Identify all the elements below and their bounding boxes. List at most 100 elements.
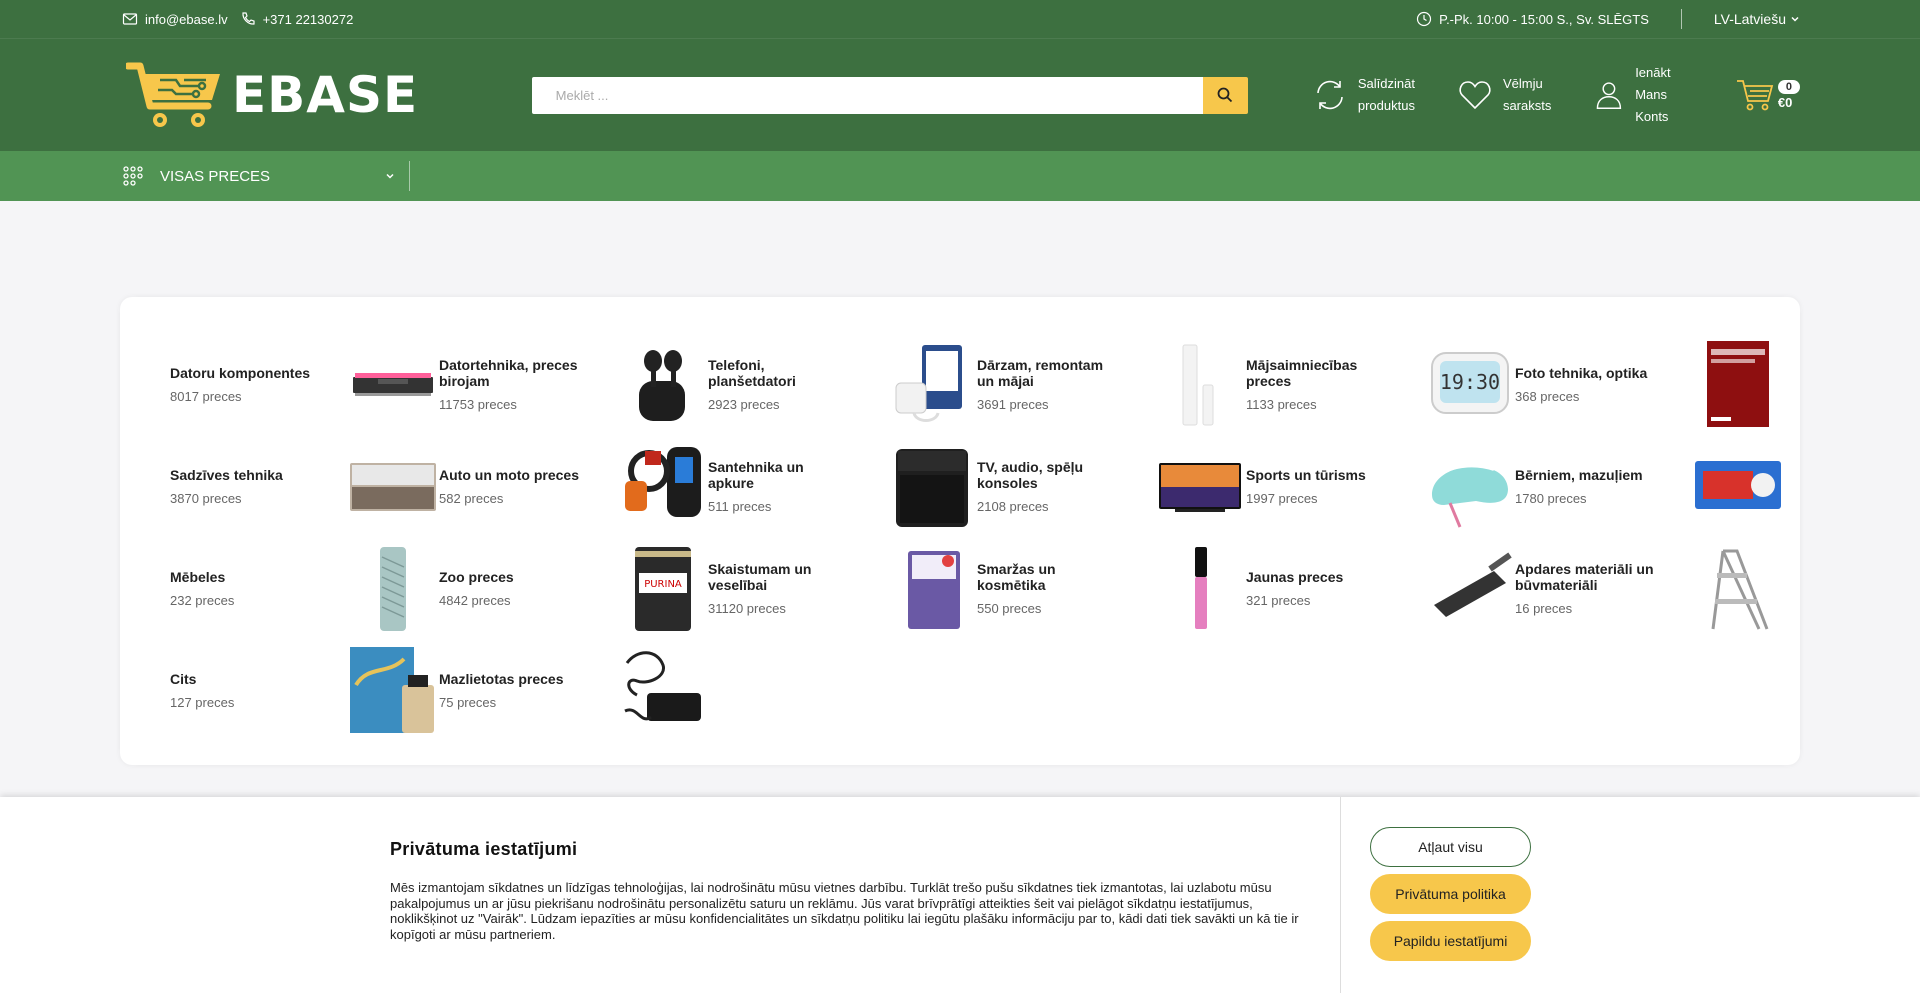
- cookie-buttons: Atļaut visu Privātuma politika Papildu i…: [1341, 797, 1531, 993]
- contact-info: info@ebase.lv +371 22130272: [122, 11, 353, 27]
- search-button[interactable]: [1202, 76, 1248, 114]
- category-item-18[interactable]: Apdares materiāli un būvmateriāli 16 pre…: [1515, 537, 1784, 639]
- category-item-6[interactable]: Foto tehnika, optika 368 preces: [1515, 333, 1784, 435]
- category-count: 3870 preces: [170, 490, 242, 506]
- cart-count-badge: 0: [1777, 80, 1800, 94]
- category-count: 1997 preces: [1246, 490, 1318, 506]
- category-text: Jaunas preces 321 preces: [1246, 569, 1386, 608]
- category-text: Telefoni, planšetdatori 2923 preces: [708, 357, 848, 412]
- category-item-2[interactable]: Datortehnika, preces birojam 11753 prece…: [439, 333, 708, 435]
- helmet-icon: [1423, 440, 1515, 532]
- account-button[interactable]: Ienākt Mans Konts: [1593, 62, 1696, 128]
- charger-icon: [885, 338, 977, 430]
- more-settings-button[interactable]: Papildu iestatījumi: [1370, 921, 1531, 961]
- category-item-16[interactable]: Smaržas un kosmētika 550 preces: [977, 537, 1246, 639]
- category-text: Skaistumam un veselībai 31120 preces: [708, 561, 848, 616]
- allow-all-button[interactable]: Atļaut visu: [1370, 827, 1531, 867]
- category-count: 31120 preces: [708, 600, 786, 616]
- category-item-3[interactable]: Telefoni, planšetdatori 2923 preces: [708, 333, 977, 435]
- opening-hours: P.-Pk. 10:00 - 15:00 S., Sv. SLĒGTS: [1416, 11, 1649, 27]
- toy-box-icon: [1692, 440, 1784, 532]
- category-item-15[interactable]: Skaistumam un veselībai 31120 preces: [708, 537, 977, 639]
- search-input[interactable]: [531, 76, 1203, 114]
- category-text: Zoo preces 4842 preces: [439, 569, 579, 608]
- category-item-9[interactable]: Santehnika un apkure 511 preces: [708, 435, 977, 537]
- refresh-icon: [1317, 80, 1343, 110]
- phone-text: +371 22130272: [262, 11, 354, 27]
- email-link[interactable]: info@ebase.lv: [122, 11, 228, 27]
- power-adapter-icon: [616, 644, 708, 736]
- category-count: 4842 preces: [439, 592, 511, 608]
- ev-charger-icon: [616, 440, 708, 532]
- all-products-menu[interactable]: VISAS PRECES: [122, 161, 410, 191]
- category-text: Datoru komponentes 8017 preces: [170, 365, 310, 404]
- divider: [1680, 9, 1682, 29]
- category-name: Bērniem, mazuļiem: [1515, 466, 1643, 483]
- category-count: 11753 preces: [439, 396, 517, 412]
- category-count: 582 preces: [439, 490, 504, 506]
- language-selector[interactable]: LV-Latviešu: [1714, 11, 1800, 27]
- category-item-5[interactable]: Mājsaimniecības preces 1133 preces 19:30: [1246, 333, 1515, 435]
- category-text: Mazlietotas preces 75 preces: [439, 671, 579, 710]
- chevron-down-icon: [1791, 16, 1799, 22]
- category-name: Datoru komponentes: [170, 364, 311, 381]
- phone-link[interactable]: +371 22130272: [240, 11, 354, 27]
- photo-paper-icon: [1692, 338, 1784, 430]
- top-bar-right: P.-Pk. 10:00 - 15:00 S., Sv. SLĒGTS LV-L…: [1416, 9, 1800, 29]
- wishlist-button[interactable]: Vēlmju saraksts: [1457, 73, 1551, 117]
- category-text: Bērniem, mazuļiem 1780 preces: [1515, 467, 1655, 506]
- category-name: Skaistumam un veselībai: [708, 560, 812, 593]
- category-item-1[interactable]: Datoru komponentes 8017 preces: [170, 333, 439, 435]
- category-name: Mēbeles: [170, 568, 226, 585]
- category-text: TV, audio, spēļu konsoles 2108 preces: [977, 459, 1117, 514]
- category-item-13[interactable]: Mēbeles 232 preces: [170, 537, 439, 639]
- cart-logo-icon: [126, 62, 220, 127]
- category-count: 3691 preces: [977, 396, 1049, 412]
- category-item-12[interactable]: Bērniem, mazuļiem 1780 preces: [1515, 435, 1784, 537]
- category-text: Foto tehnika, optika 368 preces: [1515, 365, 1655, 404]
- privacy-policy-button[interactable]: Privātuma politika: [1370, 874, 1531, 914]
- category-count: 1780 preces: [1515, 490, 1587, 506]
- category-text: Santehnika un apkure 511 preces: [708, 459, 848, 514]
- tv-icon: [1154, 440, 1246, 532]
- search-bar: [531, 76, 1248, 114]
- category-text: Smaržas un kosmētika 550 preces: [977, 561, 1117, 616]
- category-item-20[interactable]: Mazlietotas preces 75 preces: [439, 639, 708, 741]
- category-item-19[interactable]: Cits 127 preces: [170, 639, 439, 741]
- login-label: Ienākt: [1635, 65, 1671, 80]
- supplement-box-icon: [885, 542, 977, 634]
- sensor-icon: [1154, 338, 1246, 430]
- nav-bar: VISAS PRECES: [0, 151, 1920, 201]
- category-text: Sports un tūrisms 1997 preces: [1246, 467, 1386, 506]
- cart-button[interactable]: 0 €0: [1736, 77, 1800, 113]
- cookie-body: Privātuma iestatījumi Mēs izmantojam sīk…: [0, 797, 1340, 993]
- category-item-11[interactable]: Sports un tūrisms 1997 preces: [1246, 435, 1515, 537]
- category-item-8[interactable]: Auto un moto preces 582 preces: [439, 435, 708, 537]
- category-name: Foto tehnika, optika: [1515, 364, 1648, 381]
- category-text: Dārzam, remontam un mājai 3691 preces: [977, 357, 1117, 412]
- compare-products-button[interactable]: Salīdzināt produktus: [1312, 73, 1415, 117]
- email-text: info@ebase.lv: [145, 11, 228, 27]
- category-name: Datortehnika, preces birojam: [439, 356, 578, 389]
- lip-gloss-icon: [1154, 542, 1246, 634]
- category-name: Jaunas preces: [1246, 568, 1344, 585]
- svg-text:PURINA: PURINA: [644, 579, 682, 590]
- mattress-icon: [347, 542, 439, 634]
- cookie-title: Privātuma iestatījumi: [390, 839, 578, 859]
- category-item-14[interactable]: Zoo preces 4842 preces PURINA: [439, 537, 708, 639]
- category-item-17[interactable]: Jaunas preces 321 preces: [1246, 537, 1515, 639]
- category-item-4[interactable]: Dārzam, remontam un mājai 3691 preces: [977, 333, 1246, 435]
- category-item-10[interactable]: TV, audio, spēļu konsoles 2108 preces: [977, 435, 1246, 537]
- chevron-down-icon: [386, 173, 394, 179]
- category-name: TV, audio, spēļu konsoles: [977, 458, 1084, 491]
- category-text: Datortehnika, preces birojam 11753 prece…: [439, 357, 579, 412]
- compare-label-2: produktus: [1357, 98, 1415, 113]
- category-count: 511 preces: [708, 498, 772, 514]
- site-logo[interactable]: EBASE: [126, 60, 462, 130]
- category-count: 232 preces: [170, 592, 235, 608]
- header-actions: Salīdzināt produktus Vēlmju saraksts Ien…: [1312, 62, 1800, 128]
- category-item-7[interactable]: Sadzīves tehnika 3870 preces: [170, 435, 439, 537]
- humidifier-icon: [885, 440, 977, 532]
- category-name: Zoo preces: [439, 568, 514, 585]
- compare-label-1: Salīdzināt: [1357, 76, 1415, 91]
